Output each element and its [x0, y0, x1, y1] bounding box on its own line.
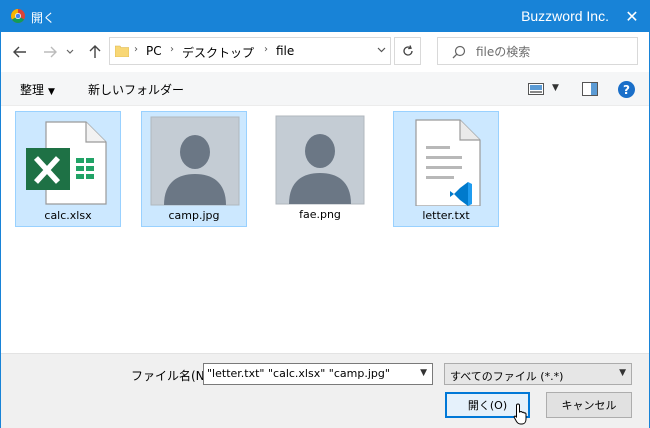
preview-pane-icon[interactable]: [582, 82, 598, 96]
help-icon[interactable]: ?: [618, 81, 635, 98]
arrow-up-icon: [89, 45, 101, 58]
filetype-select[interactable]: すべてのファイル (*.*) ▼: [444, 363, 632, 385]
breadcrumb-separator: ›: [170, 44, 174, 55]
arrow-left-icon: [13, 46, 26, 58]
brand-label: Buzzword Inc.: [521, 8, 609, 24]
file-name-label: fae.png: [299, 208, 341, 221]
open-file-dialog: 開く Buzzword Inc. ✕ › PC › デスクトップ › file …: [0, 0, 650, 428]
chevron-down-icon: ▼: [619, 368, 626, 378]
file-item-calc[interactable]: calc.xlsx: [15, 111, 121, 227]
breadcrumb-desktop[interactable]: デスクトップ: [182, 44, 254, 61]
search-icon: [452, 45, 466, 59]
close-icon: ✕: [625, 7, 639, 26]
organize-label: 整理: [20, 83, 45, 97]
file-name-label: camp.jpg: [168, 209, 220, 222]
chevron-down-icon: [66, 49, 74, 54]
cancel-button[interactable]: キャンセル: [546, 392, 632, 418]
folder-icon: [115, 45, 129, 57]
file-item-fae[interactable]: fae.png: [267, 111, 373, 227]
file-name-label: calc.xlsx: [44, 209, 92, 222]
file-list: calc.xlsx camp.jpg fae.png letter.txt: [1, 107, 649, 353]
address-dropdown-button[interactable]: [377, 45, 386, 56]
search-box[interactable]: [437, 37, 638, 65]
filename-input[interactable]: [207, 367, 407, 380]
image-placeholder-icon: [150, 116, 240, 206]
title-bar: 開く Buzzword Inc. ✕: [1, 1, 649, 32]
filename-label: ファイル名(N):: [131, 369, 214, 383]
breadcrumb-separator: ›: [134, 44, 138, 55]
view-options-caret-icon[interactable]: ▼: [552, 83, 559, 93]
filetype-value: すべてのファイル (*.*): [450, 370, 564, 383]
chevron-down-icon[interactable]: ▼: [420, 368, 427, 378]
address-bar[interactable]: › PC › デスクトップ › file: [109, 37, 391, 65]
search-input[interactable]: [476, 44, 626, 60]
up-button[interactable]: [84, 41, 106, 63]
file-item-letter[interactable]: letter.txt: [393, 111, 499, 227]
forward-button[interactable]: [39, 41, 61, 63]
back-button[interactable]: [9, 41, 31, 63]
navigation-bar: › PC › デスクトップ › file: [1, 32, 649, 72]
text-file-vscode-icon: [415, 119, 481, 206]
view-mode-icon[interactable]: [528, 83, 544, 95]
breadcrumb-file[interactable]: file: [276, 44, 294, 58]
breadcrumb-separator: ›: [264, 44, 268, 55]
chrome-icon: [11, 9, 25, 23]
close-button[interactable]: ✕: [615, 1, 649, 32]
excel-file-icon: [26, 121, 107, 205]
file-item-camp[interactable]: camp.jpg: [141, 111, 247, 227]
window-title: 開く: [31, 11, 56, 25]
new-folder-button[interactable]: 新しいフォルダー: [88, 81, 184, 98]
image-placeholder-icon: [275, 115, 365, 205]
filename-combobox[interactable]: ▼: [203, 363, 433, 385]
dialog-footer: ファイル名(N): ▼ すべてのファイル (*.*) ▼ 開く(O) キャンセル: [1, 353, 649, 428]
refresh-button[interactable]: [394, 37, 421, 65]
command-bar: 整理 ▼ 新しいフォルダー ▼ ?: [1, 72, 649, 106]
breadcrumb-pc[interactable]: PC: [146, 44, 162, 58]
arrow-right-icon: [44, 46, 57, 58]
caret-down-icon: ▼: [48, 87, 55, 97]
file-name-label: letter.txt: [422, 209, 470, 222]
organize-menu[interactable]: 整理 ▼: [20, 81, 55, 98]
mouse-cursor-icon: [513, 403, 527, 425]
chevron-down-icon: [377, 47, 386, 53]
recent-locations-button[interactable]: [63, 41, 77, 63]
refresh-icon: [402, 45, 413, 56]
